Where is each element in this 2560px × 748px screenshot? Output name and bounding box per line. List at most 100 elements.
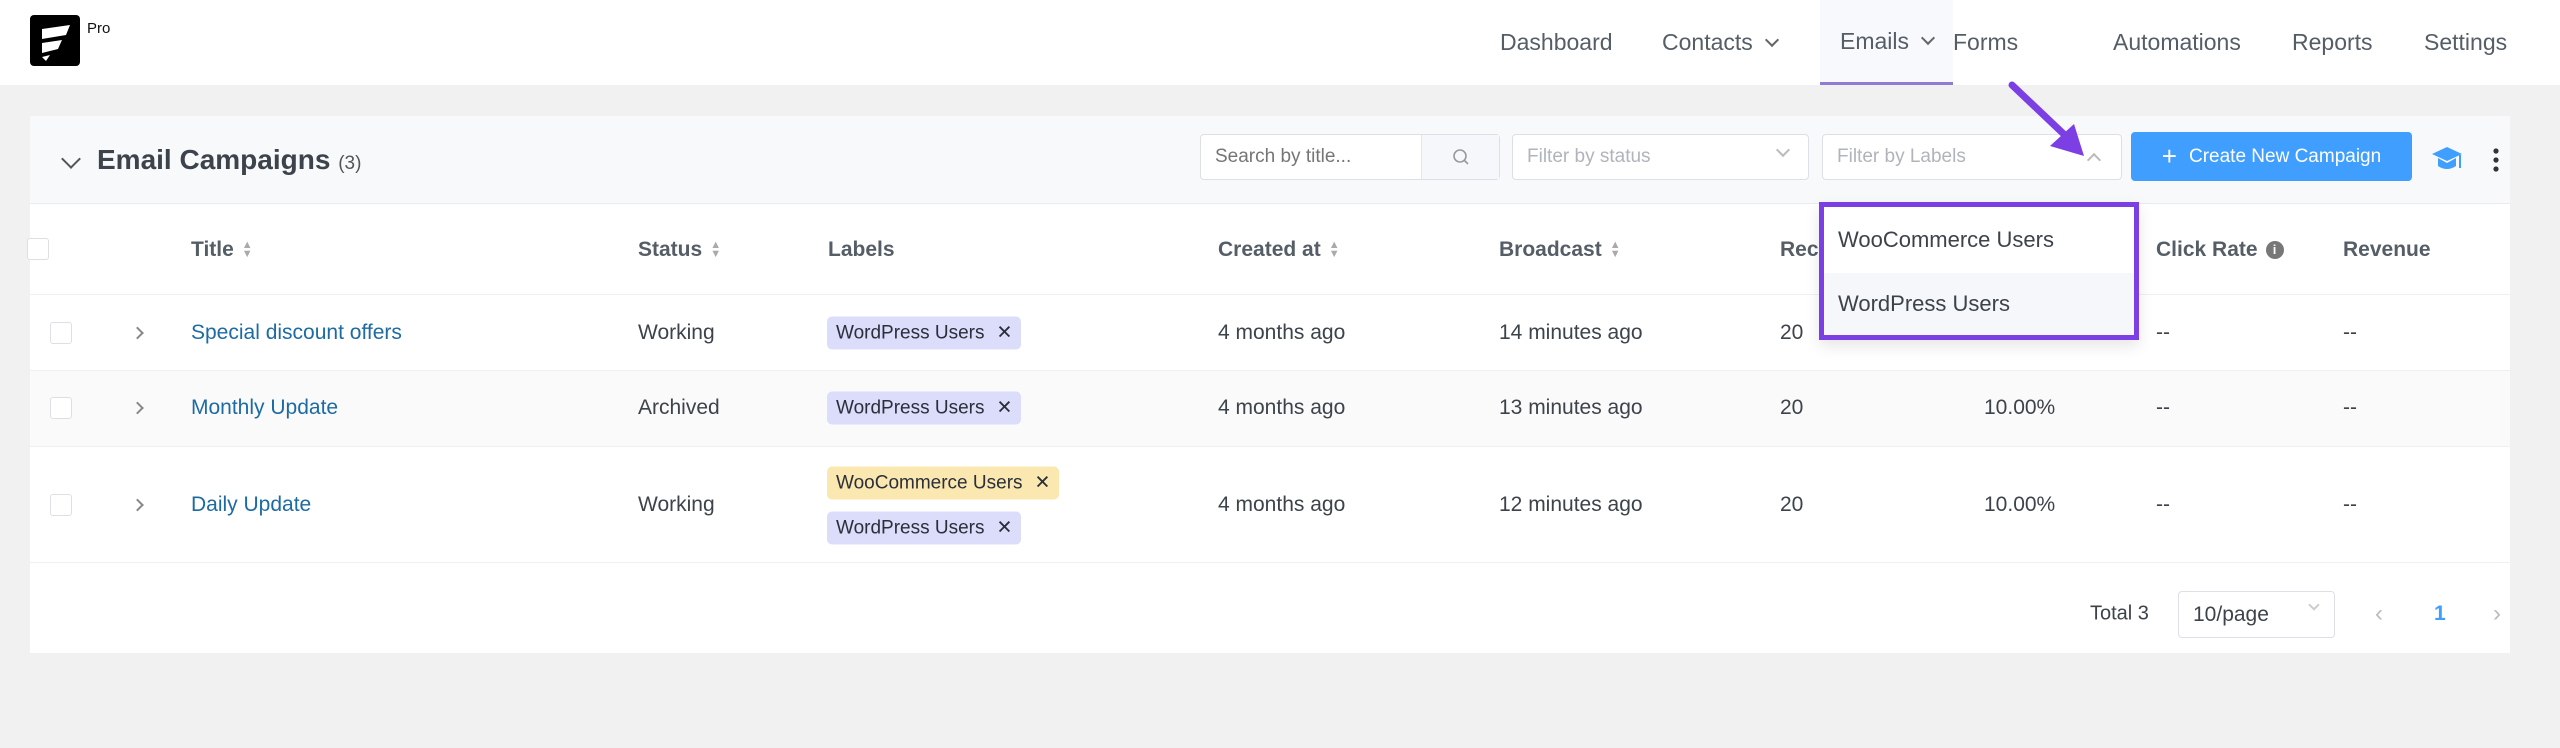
panel-header: Email Campaigns (3) Filter by status Fil… xyxy=(30,116,2510,204)
column-label: Labels xyxy=(828,237,895,261)
sort-icon[interactable]: ▲ ▼ xyxy=(1329,239,1340,259)
title-text: Email Campaigns xyxy=(97,144,331,175)
tag-text: WordPress Users xyxy=(836,397,985,418)
chevron-down-icon[interactable] xyxy=(61,149,81,169)
nav-label: Automations xyxy=(2113,29,2241,55)
fluentcrm-logo[interactable] xyxy=(30,15,80,66)
click-rate: -- xyxy=(2156,493,2170,516)
labels-filter-placeholder: Filter by Labels xyxy=(1837,146,1966,167)
column-label: Click Rate xyxy=(2156,237,2258,261)
campaigns-panel: Email Campaigns (3) Filter by status Fil… xyxy=(27,116,2510,653)
column-revenue: Revenue xyxy=(2343,204,2431,295)
sort-icon[interactable]: ▲ ▼ xyxy=(242,239,253,259)
broadcast-time: 12 minutes ago xyxy=(1499,493,1643,516)
close-icon[interactable]: ✕ xyxy=(997,322,1013,345)
revenue: -- xyxy=(2343,493,2357,516)
label-tag: WordPress Users ✕ xyxy=(827,316,1022,350)
column-created[interactable]: Created at ▲ ▼ xyxy=(1218,204,1340,295)
sort-icon[interactable]: ▲ ▼ xyxy=(710,239,721,259)
tag-text: WordPress Users xyxy=(836,517,985,538)
nav-label: Reports xyxy=(2292,29,2373,55)
nav-label: Settings xyxy=(2424,29,2508,55)
created-at: 4 months ago xyxy=(1218,493,1346,516)
nav-settings[interactable]: Settings xyxy=(2404,0,2527,85)
campaign-title-link[interactable]: Monthly Update xyxy=(191,396,338,420)
create-campaign-button[interactable]: + Create New Campaign xyxy=(2131,132,2412,181)
top-navbar: Pro Dashboard Contacts Emails Forms Auto… xyxy=(0,0,2560,85)
nav-label: Emails xyxy=(1840,27,1910,54)
labels-dropdown-menu: WooCommerce Users WordPress Users xyxy=(1819,202,2139,340)
column-label: Title xyxy=(191,237,234,261)
label-tag: WooCommerce Users ✕ xyxy=(827,466,1060,500)
pro-badge: Pro xyxy=(87,20,111,37)
chevron-down-icon xyxy=(1764,32,1779,47)
revenue: -- xyxy=(2343,396,2357,419)
column-recipients: Rec xyxy=(1780,204,1819,295)
click-rate: -- xyxy=(2156,321,2170,344)
select-all-checkbox[interactable] xyxy=(27,238,49,260)
search-icon[interactable] xyxy=(1421,135,1499,179)
column-broadcast[interactable]: Broadcast ▲ ▼ xyxy=(1499,204,1621,295)
graduation-cap-icon[interactable] xyxy=(2430,142,2464,181)
broadcast-time: 13 minutes ago xyxy=(1499,396,1643,419)
campaign-count: (3) xyxy=(338,153,362,174)
recipients: 20 xyxy=(1780,493,1804,516)
dropdown-option-wordpress[interactable]: WordPress Users xyxy=(1824,273,2134,335)
next-page-button[interactable]: › xyxy=(2493,600,2501,628)
page-number-current[interactable]: 1 xyxy=(2434,602,2446,626)
column-label: Created at xyxy=(1218,237,1321,261)
close-icon[interactable]: ✕ xyxy=(997,517,1013,540)
label-tag: WordPress Users ✕ xyxy=(827,391,1022,425)
search-field[interactable] xyxy=(1201,135,1421,179)
row-checkbox[interactable] xyxy=(50,494,72,516)
campaign-title-link[interactable]: Special discount offers xyxy=(191,321,402,345)
nav-reports[interactable]: Reports xyxy=(2272,0,2393,85)
page-size-value: 10/page xyxy=(2193,602,2269,626)
column-title[interactable]: Title ▲ ▼ xyxy=(191,204,253,295)
created-at: 4 months ago xyxy=(1218,396,1346,419)
nav-label: Dashboard xyxy=(1500,29,1613,55)
column-label: Rec xyxy=(1780,237,1819,261)
open-rate: 10.00% xyxy=(1984,396,2056,419)
column-labels: Labels xyxy=(828,204,895,295)
pagination-total: Total 3 xyxy=(2090,602,2149,625)
dropdown-option-woocommerce[interactable]: WooCommerce Users xyxy=(1824,209,2134,271)
chevron-down-icon xyxy=(1775,142,1791,158)
page-size-select[interactable]: 10/page xyxy=(2178,591,2335,638)
click-rate: -- xyxy=(2156,396,2170,419)
nav-label: Contacts xyxy=(1662,29,1753,55)
revenue: -- xyxy=(2343,321,2357,344)
campaign-title-link[interactable]: Daily Update xyxy=(191,493,311,517)
row-checkbox[interactable] xyxy=(50,397,72,419)
nav-dashboard[interactable]: Dashboard xyxy=(1480,0,1633,85)
plus-icon: + xyxy=(2161,141,2177,171)
open-rate: 10.00% xyxy=(1984,493,2056,516)
status-filter-select[interactable]: Filter by status xyxy=(1512,134,1809,180)
nav-forms[interactable]: Forms xyxy=(1933,0,2038,85)
tag-text: WooCommerce Users xyxy=(836,472,1023,493)
status-text: Working xyxy=(638,321,715,344)
column-label: Revenue xyxy=(2343,237,2431,261)
page-title: Email Campaigns (3) xyxy=(97,144,361,176)
nav-automations[interactable]: Automations xyxy=(2093,0,2261,85)
search-input[interactable] xyxy=(1200,134,1500,180)
status-filter-placeholder: Filter by status xyxy=(1527,146,1651,167)
column-label: Status xyxy=(638,237,703,261)
more-options-icon[interactable] xyxy=(2492,146,2500,179)
recipients: 20 xyxy=(1780,321,1804,344)
close-icon[interactable]: ✕ xyxy=(1035,472,1051,495)
sort-icon[interactable]: ▲ ▼ xyxy=(1610,239,1621,259)
column-label: Broadcast xyxy=(1499,237,1602,261)
nav-contacts[interactable]: Contacts xyxy=(1642,0,1797,85)
column-status[interactable]: Status ▲ ▼ xyxy=(638,204,721,295)
tag-text: WordPress Users xyxy=(836,322,985,343)
row-checkbox[interactable] xyxy=(50,322,72,344)
column-click-rate: Click Rate i xyxy=(2156,204,2284,295)
info-icon[interactable]: i xyxy=(2265,240,2284,259)
broadcast-time: 14 minutes ago xyxy=(1499,321,1643,344)
prev-page-button[interactable]: ‹ xyxy=(2375,600,2383,628)
status-text: Archived xyxy=(638,396,720,419)
nav-label: Forms xyxy=(1953,29,2019,55)
recipients: 20 xyxy=(1780,396,1804,419)
close-icon[interactable]: ✕ xyxy=(997,397,1013,420)
